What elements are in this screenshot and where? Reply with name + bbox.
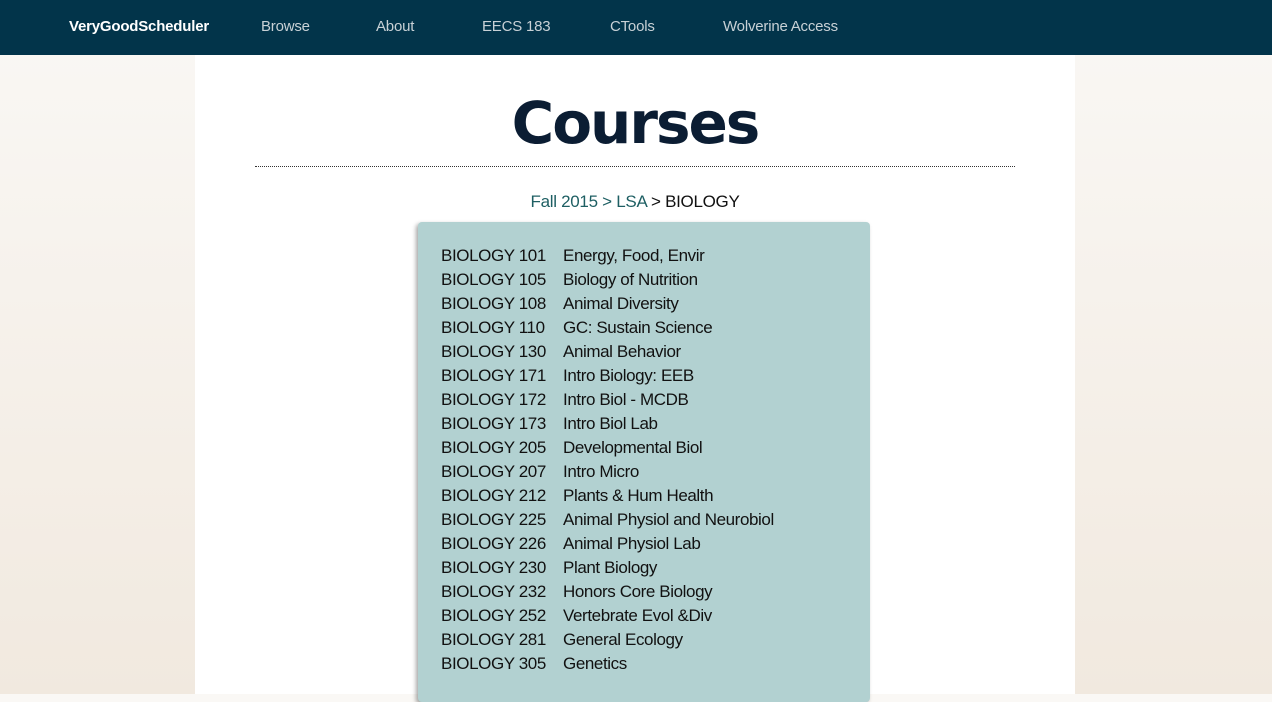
course-row[interactable]: BIOLOGY 212 Plants & Hum Health (441, 484, 774, 508)
course-name-link[interactable]: General Ecology (563, 628, 683, 652)
nav-about-link[interactable]: About (376, 0, 414, 55)
course-code-link[interactable]: BIOLOGY 305 (441, 652, 563, 676)
course-code-link[interactable]: BIOLOGY 205 (441, 436, 563, 460)
breadcrumb-separator: > (602, 192, 612, 211)
course-name-link[interactable]: Biology of Nutrition (563, 268, 698, 292)
course-code-link[interactable]: BIOLOGY 105 (441, 268, 563, 292)
course-row[interactable]: BIOLOGY 108 Animal Diversity (441, 292, 774, 316)
course-code-link[interactable]: BIOLOGY 232 (441, 580, 563, 604)
course-code-link[interactable]: BIOLOGY 172 (441, 388, 563, 412)
nav-browse-link[interactable]: Browse (261, 0, 310, 55)
course-code-link[interactable]: BIOLOGY 281 (441, 628, 563, 652)
course-code-link[interactable]: BIOLOGY 101 (441, 244, 563, 268)
breadcrumb-school-link[interactable]: LSA (616, 192, 647, 211)
breadcrumb-separator: > (650, 192, 661, 211)
course-row[interactable]: BIOLOGY 232 Honors Core Biology (441, 580, 774, 604)
course-code-link[interactable]: BIOLOGY 212 (441, 484, 563, 508)
nav-wolverine-access-link[interactable]: Wolverine Access (723, 0, 838, 55)
course-name-link[interactable]: Plant Biology (563, 556, 657, 580)
course-row[interactable]: BIOLOGY 207 Intro Micro (441, 460, 774, 484)
course-row[interactable]: BIOLOGY 225 Animal Physiol and Neurobiol (441, 508, 774, 532)
course-name-link[interactable]: Genetics (563, 652, 627, 676)
course-list: BIOLOGY 101 Energy, Food, Envir BIOLOGY 10… (441, 244, 774, 676)
course-code-link[interactable]: BIOLOGY 252 (441, 604, 563, 628)
course-row[interactable]: BIOLOGY 305 Genetics (441, 652, 774, 676)
page-title: Courses (511, 89, 761, 157)
course-list-panel: BIOLOGY 101 Energy, Food, Envir BIOLOGY 10… (418, 222, 870, 702)
course-name-link[interactable]: Vertebrate Evol &Div (563, 604, 712, 628)
course-row[interactable]: BIOLOGY 173 Intro Biol Lab (441, 412, 774, 436)
course-row[interactable]: BIOLOGY 226 Animal Physiol Lab (441, 532, 774, 556)
course-row[interactable]: BIOLOGY 101 Energy, Food, Envir (441, 244, 774, 268)
course-name-link[interactable]: Energy, Food, Envir (563, 244, 705, 268)
title-divider (255, 166, 1015, 167)
course-row[interactable]: BIOLOGY 205 Developmental Biol (441, 436, 774, 460)
course-row[interactable]: BIOLOGY 230 Plant Biology (441, 556, 774, 580)
course-row[interactable]: BIOLOGY 171 Intro Biology: EEB (441, 364, 774, 388)
course-name-link[interactable]: Developmental Biol (563, 436, 703, 460)
nav-ctools-link[interactable]: CTools (610, 0, 655, 55)
course-name-link[interactable]: Intro Biol Lab (563, 412, 658, 436)
course-name-link[interactable]: Plants & Hum Health (563, 484, 714, 508)
course-name-link[interactable]: Intro Biology: EEB (563, 364, 694, 388)
course-name-link[interactable]: Animal Physiol and Neurobiol (563, 508, 774, 532)
course-code-link[interactable]: BIOLOGY 230 (441, 556, 563, 580)
course-name-link[interactable]: Animal Physiol Lab (563, 532, 701, 556)
course-code-link[interactable]: BIOLOGY 225 (441, 508, 563, 532)
course-row[interactable]: BIOLOGY 252 Vertebrate Evol &Div (441, 604, 774, 628)
course-row[interactable]: BIOLOGY 130 Animal Behavior (441, 340, 774, 364)
course-row[interactable]: BIOLOGY 105 Biology of Nutrition (441, 268, 774, 292)
course-row[interactable]: BIOLOGY 281 General Ecology (441, 628, 774, 652)
breadcrumb-current-subject: BIOLOGY (665, 192, 740, 211)
course-code-link[interactable]: BIOLOGY 108 (441, 292, 563, 316)
main-content: Courses Fall 2015 > LSA > BIOLOGY BIOLOG… (195, 55, 1075, 702)
course-code-link[interactable]: BIOLOGY 130 (441, 340, 563, 364)
course-name-link[interactable]: Honors Core Biology (563, 580, 713, 604)
course-code-link[interactable]: BIOLOGY 171 (441, 364, 563, 388)
top-navbar: VeryGoodScheduler Browse About EECS 183 … (0, 0, 1272, 55)
breadcrumb: Fall 2015 > LSA > BIOLOGY (195, 189, 1075, 215)
course-name-link[interactable]: Intro Micro (563, 460, 639, 484)
course-code-link[interactable]: BIOLOGY 110 (441, 316, 563, 340)
course-code-link[interactable]: BIOLOGY 226 (441, 532, 563, 556)
course-row[interactable]: BIOLOGY 110 GC: Sustain Science (441, 316, 774, 340)
course-row[interactable]: BIOLOGY 172 Intro Biol - MCDB (441, 388, 774, 412)
course-name-link[interactable]: Intro Biol - MCDB (563, 388, 689, 412)
course-name-link[interactable]: GC: Sustain Science (563, 316, 713, 340)
nav-eecs183-link[interactable]: EECS 183 (482, 0, 551, 55)
course-code-link[interactable]: BIOLOGY 173 (441, 412, 563, 436)
breadcrumb-term-link[interactable]: Fall 2015 (531, 192, 599, 211)
brand-link[interactable]: VeryGoodScheduler (69, 0, 209, 55)
course-code-link[interactable]: BIOLOGY 207 (441, 460, 563, 484)
course-name-link[interactable]: Animal Behavior (563, 340, 681, 364)
course-name-link[interactable]: Animal Diversity (563, 292, 679, 316)
